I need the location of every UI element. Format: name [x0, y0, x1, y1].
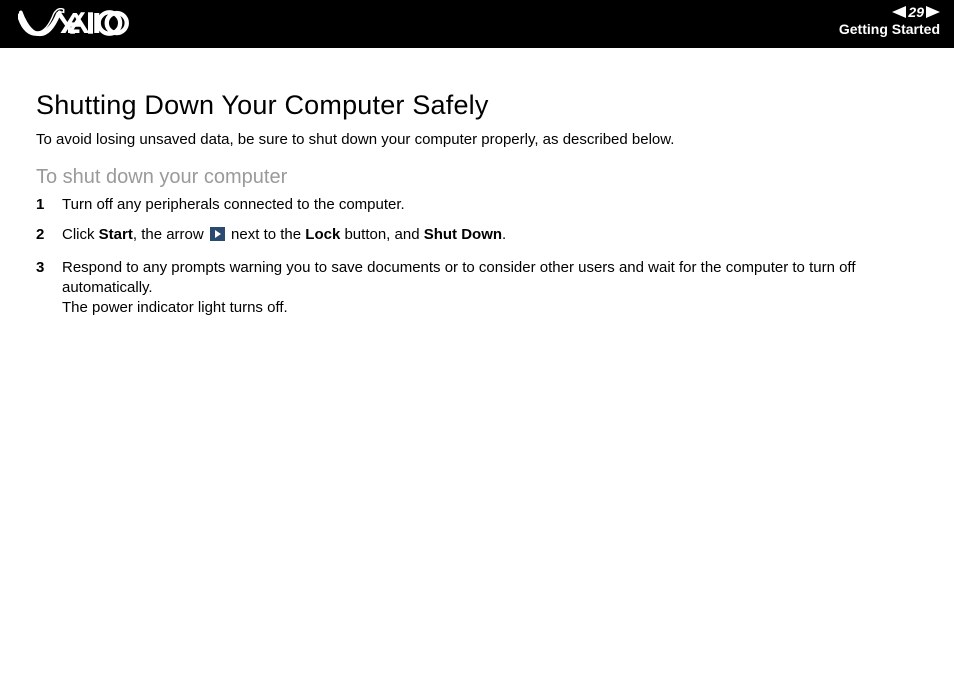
prev-page-icon[interactable] — [892, 6, 906, 18]
step-2-part-e: . — [502, 226, 506, 243]
page-header: 29 Getting Started — [0, 0, 954, 48]
step-3-line-1: Respond to any prompts warning you to sa… — [62, 259, 855, 296]
step-2-part-a: Click — [62, 226, 99, 243]
page-content: Shutting Down Your Computer Safely To av… — [0, 48, 954, 318]
page-title: Shutting Down Your Computer Safely — [36, 90, 922, 121]
vaio-logo-stylised — [18, 8, 143, 38]
page-number: 29 — [908, 4, 924, 20]
step-3: Respond to any prompts warning you to sa… — [36, 258, 922, 319]
arrow-button-icon — [210, 227, 225, 247]
page-nav: 29 — [839, 4, 940, 20]
next-page-icon[interactable] — [926, 6, 940, 18]
step-1-text: Turn off any peripherals connected to th… — [62, 196, 405, 213]
step-3-line-2: The power indicator light turns off. — [62, 299, 288, 316]
step-2-bold-shutdown: Shut Down — [424, 226, 502, 243]
step-2-bold-start: Start — [99, 226, 133, 243]
section-name: Getting Started — [839, 21, 940, 37]
step-1: Turn off any peripherals connected to th… — [36, 195, 922, 215]
step-2: Click Start, the arrow next to the Lock … — [36, 225, 922, 247]
steps-list: Turn off any peripherals connected to th… — [36, 195, 922, 318]
header-right: 29 Getting Started — [839, 4, 940, 37]
step-2-bold-lock: Lock — [305, 226, 340, 243]
step-2-part-d: button, and — [340, 226, 423, 243]
step-2-part-b: , the arrow — [133, 226, 208, 243]
sub-heading: To shut down your computer — [36, 166, 922, 189]
step-2-part-c: next to the — [227, 226, 305, 243]
intro-text: To avoid losing unsaved data, be sure to… — [36, 131, 922, 148]
